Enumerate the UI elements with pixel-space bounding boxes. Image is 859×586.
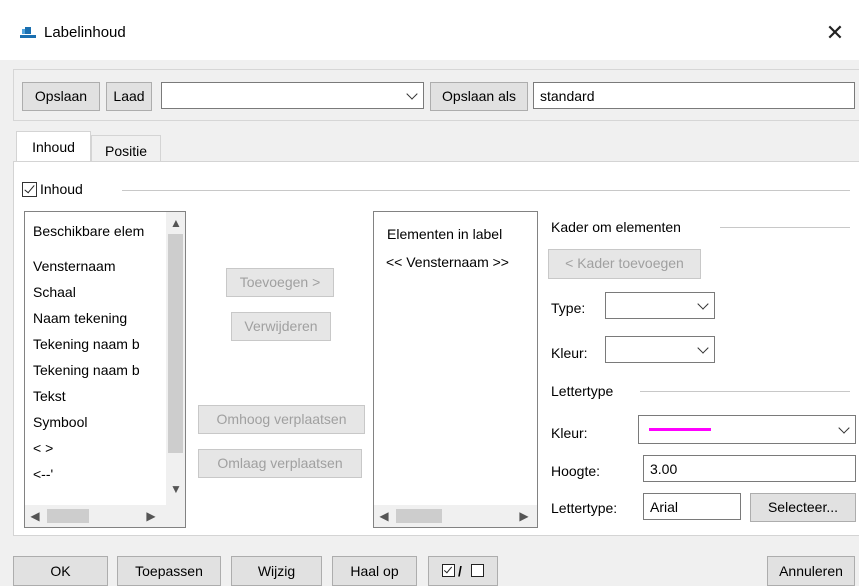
font-height-label: Hoogte: xyxy=(551,463,601,479)
horizontal-scrollbar[interactable]: ◀ ▶ xyxy=(25,505,185,527)
frame-color-combobox[interactable] xyxy=(605,336,715,363)
available-elements-list[interactable]: Beschikbare elem Vensternaam Schaal Naam… xyxy=(24,211,186,528)
list-item[interactable]: << Vensternaam >> xyxy=(386,254,509,270)
list-item[interactable]: Naam tekening xyxy=(33,310,127,326)
font-separator xyxy=(640,391,850,392)
toggle-all-button[interactable]: / xyxy=(428,556,498,586)
chevron-down-icon xyxy=(697,341,709,354)
apply-button[interactable]: Toepassen xyxy=(117,556,221,586)
toggle-separator: / xyxy=(458,563,462,579)
list-item[interactable]: < > xyxy=(33,440,53,456)
scroll-right-icon[interactable]: ▶ xyxy=(516,509,532,523)
list-item[interactable]: Tekst xyxy=(33,388,66,404)
vertical-scrollbar[interactable]: ▲ ▼ xyxy=(166,212,185,505)
frame-type-label: Type: xyxy=(551,300,586,316)
window-title: Labelinhoud xyxy=(44,24,126,41)
frame-type-combobox[interactable] xyxy=(605,292,715,319)
save-as-button[interactable]: Opslaan als xyxy=(430,82,528,111)
font-color-swatch xyxy=(649,428,711,431)
scrollbar-thumb[interactable] xyxy=(168,234,183,453)
scroll-down-icon[interactable]: ▼ xyxy=(168,482,184,496)
list-header: Elementen in label xyxy=(387,226,503,242)
label-elements-list[interactable]: Elementen in label << Vensternaam >> ◀ ▶ xyxy=(373,211,538,528)
frame-group-title: Kader om elementen xyxy=(551,219,681,235)
horizontal-scrollbar[interactable]: ◀ ▶ xyxy=(374,505,537,527)
scroll-left-icon[interactable]: ◀ xyxy=(376,509,392,523)
scrollbar-thumb[interactable] xyxy=(47,509,89,523)
font-name-value: Arial xyxy=(650,499,679,515)
font-group-title: Lettertype xyxy=(551,383,614,399)
font-height-input[interactable]: 3.00 xyxy=(643,455,856,482)
save-button[interactable]: Opslaan xyxy=(22,82,100,111)
add-element-button[interactable]: Toevoegen > xyxy=(226,268,334,297)
select-font-button[interactable]: Selecteer... xyxy=(750,493,856,522)
scroll-right-icon[interactable]: ▶ xyxy=(143,509,159,523)
move-down-button[interactable]: Omlaag verplaatsen xyxy=(198,449,362,478)
scrollbar-thumb[interactable] xyxy=(396,509,442,523)
font-name-input[interactable]: Arial xyxy=(643,493,741,520)
chevron-down-icon xyxy=(406,87,418,100)
list-item[interactable]: Vensternaam xyxy=(33,258,116,274)
modify-button[interactable]: Wijzig xyxy=(231,556,322,586)
frame-color-label: Kleur: xyxy=(551,345,588,361)
fetch-button[interactable]: Haal op xyxy=(332,556,417,586)
checked-box-icon xyxy=(442,564,455,577)
preset-name-value: standard xyxy=(540,88,595,104)
list-item[interactable]: Tekening naam b xyxy=(33,336,140,352)
title-bar xyxy=(0,0,859,60)
list-header: Beschikbare elem xyxy=(33,223,145,239)
list-item[interactable]: Schaal xyxy=(33,284,76,300)
tab-positie[interactable]: Positie xyxy=(91,135,161,161)
font-color-label: Kleur: xyxy=(551,425,588,441)
cancel-button[interactable]: Annuleren xyxy=(767,556,855,586)
list-item[interactable]: Symbool xyxy=(33,414,87,430)
preset-combobox[interactable] xyxy=(161,82,424,109)
tab-inhoud[interactable]: Inhoud xyxy=(16,131,91,161)
inhoud-group-label: Inhoud xyxy=(40,181,83,197)
close-icon[interactable]: ✕ xyxy=(818,18,852,48)
frame-separator xyxy=(720,227,850,228)
move-up-button[interactable]: Omhoog verplaatsen xyxy=(198,405,365,434)
tab-divider xyxy=(13,161,859,162)
chevron-down-icon xyxy=(697,297,709,310)
app-icon xyxy=(20,27,36,38)
font-name-label: Lettertype: xyxy=(551,500,618,516)
inhoud-separator xyxy=(122,190,850,191)
scroll-left-icon[interactable]: ◀ xyxy=(27,509,43,523)
load-button[interactable]: Laad xyxy=(106,82,152,111)
font-color-combobox[interactable] xyxy=(638,415,856,444)
scroll-up-icon[interactable]: ▲ xyxy=(168,216,184,230)
list-item[interactable]: Tekening naam b xyxy=(33,362,140,378)
inhoud-checkbox[interactable] xyxy=(22,182,37,197)
unchecked-box-icon xyxy=(471,564,484,577)
preset-name-input[interactable]: standard xyxy=(533,82,855,109)
add-frame-button[interactable]: < Kader toevoegen xyxy=(548,249,701,279)
list-item[interactable]: <--' xyxy=(33,466,53,482)
remove-element-button[interactable]: Verwijderen xyxy=(231,312,331,341)
chevron-down-icon xyxy=(838,421,850,434)
font-height-value: 3.00 xyxy=(650,461,678,477)
ok-button[interactable]: OK xyxy=(13,556,108,586)
